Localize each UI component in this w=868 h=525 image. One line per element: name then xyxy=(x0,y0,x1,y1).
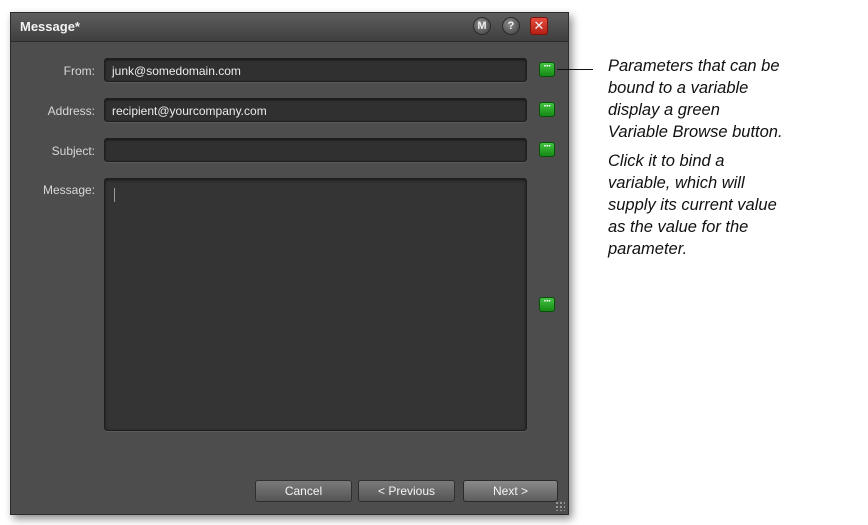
annotation-line: display a green xyxy=(608,101,720,119)
annotation-line: variable, which will xyxy=(608,174,745,192)
message-dialog: Message* M ? ✕ From: junk@somedomain.com… xyxy=(10,12,569,515)
address-variable-browse-button[interactable]: ··· xyxy=(539,102,555,117)
annotation-line: Click it to bind a xyxy=(608,152,725,170)
annotation-line: supply its current value xyxy=(608,196,777,214)
from-label: From: xyxy=(63,64,95,78)
from-variable-browse-button[interactable]: ··· xyxy=(539,62,555,77)
annotation-variable-browse: Parameters that can be bound to a variab… xyxy=(608,55,863,143)
annotation-line: parameter. xyxy=(608,240,688,258)
message-variable-browse-button[interactable]: ··· xyxy=(539,297,555,312)
subject-label: Subject: xyxy=(51,144,95,158)
dialog-title: Message* xyxy=(20,19,80,34)
subject-field[interactable] xyxy=(104,138,527,162)
next-button[interactable]: Next > xyxy=(463,480,558,502)
annotation-line: Parameters that can be xyxy=(608,57,780,75)
previous-button[interactable]: < Previous xyxy=(358,480,455,502)
message-textarea[interactable] xyxy=(104,178,527,431)
text-caret xyxy=(114,188,115,202)
m-button[interactable]: M xyxy=(473,17,491,35)
address-label: Address: xyxy=(47,104,95,118)
callout-line xyxy=(557,69,593,70)
help-button[interactable]: ? xyxy=(502,17,520,35)
from-field[interactable]: junk@somedomain.com xyxy=(104,58,527,82)
address-field[interactable]: recipient@yourcompany.com xyxy=(104,98,527,122)
subject-variable-browse-button[interactable]: ··· xyxy=(539,142,555,157)
close-button[interactable]: ✕ xyxy=(530,17,548,35)
cancel-button[interactable]: Cancel xyxy=(255,480,352,502)
annotation-line: Variable Browse button. xyxy=(608,123,783,141)
resize-grip-icon[interactable] xyxy=(555,501,565,511)
title-bar[interactable]: Message* M ? ✕ xyxy=(11,13,568,42)
annotation-bind-instructions: Click it to bind a variable, which will … xyxy=(608,150,863,260)
message-label: Message: xyxy=(42,183,95,197)
annotation-line: as the value for the xyxy=(608,218,749,236)
annotation-line: bound to a variable xyxy=(608,79,749,97)
